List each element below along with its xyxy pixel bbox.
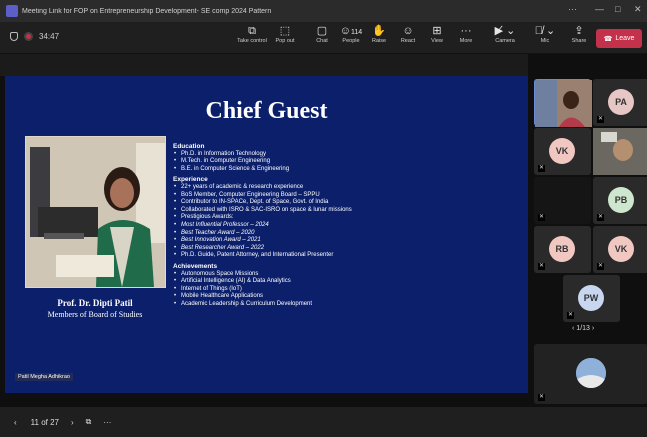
teams-logo-icon (6, 5, 18, 17)
share-button[interactable]: ⇪ Share (562, 24, 596, 44)
participant-pager[interactable]: ‹ 1/13 › (572, 325, 594, 332)
leave-button[interactable]: ☎ Leave (596, 29, 642, 48)
speaker-role: Members of Board of Studies (47, 310, 143, 319)
stage-header (0, 54, 528, 76)
list-item: Artificial Intelligence (AI) & Data Anal… (173, 278, 513, 286)
list-item: Collaborated with ISRO & SAC-ISRO on spa… (173, 207, 513, 215)
slide-title: Chief Guest (205, 98, 328, 124)
mic-off-icon: ✕ (597, 214, 604, 221)
list-item: Contributor to IN-SPACe, Dept. of Space,… (173, 199, 513, 207)
avatar: VK (608, 236, 634, 262)
avatar: PA (608, 89, 634, 115)
participant-tile[interactable]: PA ✕ (593, 79, 647, 126)
camera-button[interactable]: ▶̸ ⌄ Camera (488, 24, 522, 44)
slide-counter: 11 of 27 (30, 417, 59, 427)
slide-grid-icon[interactable]: ⧉ (86, 417, 92, 427)
pop-out-icon: ⬚ (279, 25, 291, 37)
mic-off-icon: ✕ (538, 214, 545, 221)
more-icon: ··· (460, 25, 472, 37)
meeting-timer: 34:47 (10, 32, 59, 41)
list-item: B.E. in Computer Science & Engineering (173, 166, 513, 174)
participant-tile[interactable]: PW ✕ (563, 275, 620, 322)
list-item: Best Teacher Award – 2020 (173, 230, 513, 238)
mic-off-icon: ✕ (538, 165, 545, 172)
avatar (576, 358, 606, 388)
list-item: Academic Leadership & Curriculum Develop… (173, 301, 513, 309)
slide-content: Education Ph.D. in Information Technolog… (173, 140, 513, 308)
mic-off-icon: ✕ (597, 116, 604, 123)
list-item: 22+ years of academic & research experie… (173, 184, 513, 192)
camera-off-icon: ▶̸ ⌄ (494, 25, 516, 37)
elapsed-time: 34:47 (39, 32, 60, 41)
maximize-button[interactable]: □ (615, 4, 620, 14)
mic-button[interactable]: 🎙̸ ⌄ Mic (528, 24, 562, 44)
meeting-toolbar: 34:47 ⧉ Take control ⬚ Pop out ▢ Chat ☺114 P… (0, 22, 647, 54)
mic-off-icon: ✕ (538, 263, 545, 270)
next-slide-button[interactable]: › (71, 418, 74, 427)
mic-off-icon: 🎙̸ ⌄ (534, 25, 556, 37)
participant-gallery: PA ✕ VK ✕ ✕ PB ✕ RB ✕ VK ✕ PW ✕ ✕ (531, 76, 647, 407)
list-item: Internet of Things (IoT) (173, 286, 513, 294)
chevron-left-icon[interactable]: ‹ (572, 325, 574, 332)
share-icon: ⇪ (574, 25, 584, 37)
participant-tile[interactable]: ✕ (534, 344, 647, 404)
list-item: Prestigious Awards: (173, 214, 513, 222)
shared-slide: Chief Guest Prof. Dr. Dipti Patil Member… (5, 76, 528, 393)
phone-icon: ☎ (603, 35, 613, 43)
shield-icon (10, 32, 18, 41)
participant-tile[interactable]: PB ✕ (593, 177, 647, 224)
take-control-button[interactable]: ⧉ Take control (235, 24, 269, 44)
mic-off-icon: ✕ (538, 394, 545, 401)
list-item: BoS Member, Computer Engineering Board –… (173, 192, 513, 200)
avatar: PW (578, 285, 604, 311)
minimize-button[interactable]: — (595, 4, 604, 14)
speaker-photo (25, 136, 166, 288)
section-heading: Experience (173, 176, 208, 184)
recording-icon (24, 32, 33, 41)
list-item: Ph.D. in Information Technology (173, 151, 513, 159)
more-icon[interactable]: ··· (568, 4, 577, 14)
list-item: M.Tech. in Computer Engineering (173, 158, 513, 166)
pop-out-button[interactable]: ⬚ Pop out (268, 24, 302, 44)
list-item: Autonomous Space Missions (173, 271, 513, 279)
chevron-right-icon[interactable]: › (592, 325, 594, 332)
more-button[interactable]: ··· More (449, 24, 483, 44)
mic-off-icon: ✕ (597, 263, 604, 270)
title-bar: Meeting Link for FOP on Entrepreneurship… (0, 0, 647, 22)
window-title: Meeting Link for FOP on Entrepreneurship… (22, 7, 272, 15)
more-options-icon[interactable]: ··· (103, 418, 111, 427)
speaker-name: Prof. Dr. Dipti Patil (57, 298, 133, 308)
participant-tile[interactable]: RB ✕ (534, 226, 591, 273)
participant-tile[interactable]: VK ✕ (534, 128, 591, 175)
section-heading: Education (173, 143, 205, 150)
close-button[interactable]: ✕ (634, 4, 642, 15)
participant-video-tile[interactable] (534, 79, 592, 127)
mic-off-icon: ✕ (567, 312, 574, 319)
list-item: Mobile Healthcare Applications (173, 293, 513, 301)
participant-video-tile[interactable] (593, 128, 647, 175)
list-item: Most Influential Professor – 2024 (173, 222, 513, 230)
list-item: Best Researcher Award – 2022 (173, 245, 513, 253)
previous-slide-button[interactable]: ‹ (14, 418, 17, 427)
avatar: RB (549, 236, 575, 262)
avatar: PB (608, 187, 634, 213)
list-item: Ph.D. Guide, Patent Attorney, and Intern… (173, 252, 513, 260)
presenter-label: Patil Megha Adhikrao (15, 373, 73, 381)
take-control-icon: ⧉ (248, 25, 256, 37)
participant-tile[interactable]: VK ✕ (593, 226, 647, 273)
list-item: Best Innovation Award – 2021 (173, 237, 513, 245)
slide-navigation: ‹ 11 of 27 › ⧉ ··· (0, 407, 647, 437)
section-heading: Achievements (173, 262, 218, 270)
avatar: VK (549, 138, 575, 164)
participant-tile[interactable]: ✕ (534, 177, 591, 224)
